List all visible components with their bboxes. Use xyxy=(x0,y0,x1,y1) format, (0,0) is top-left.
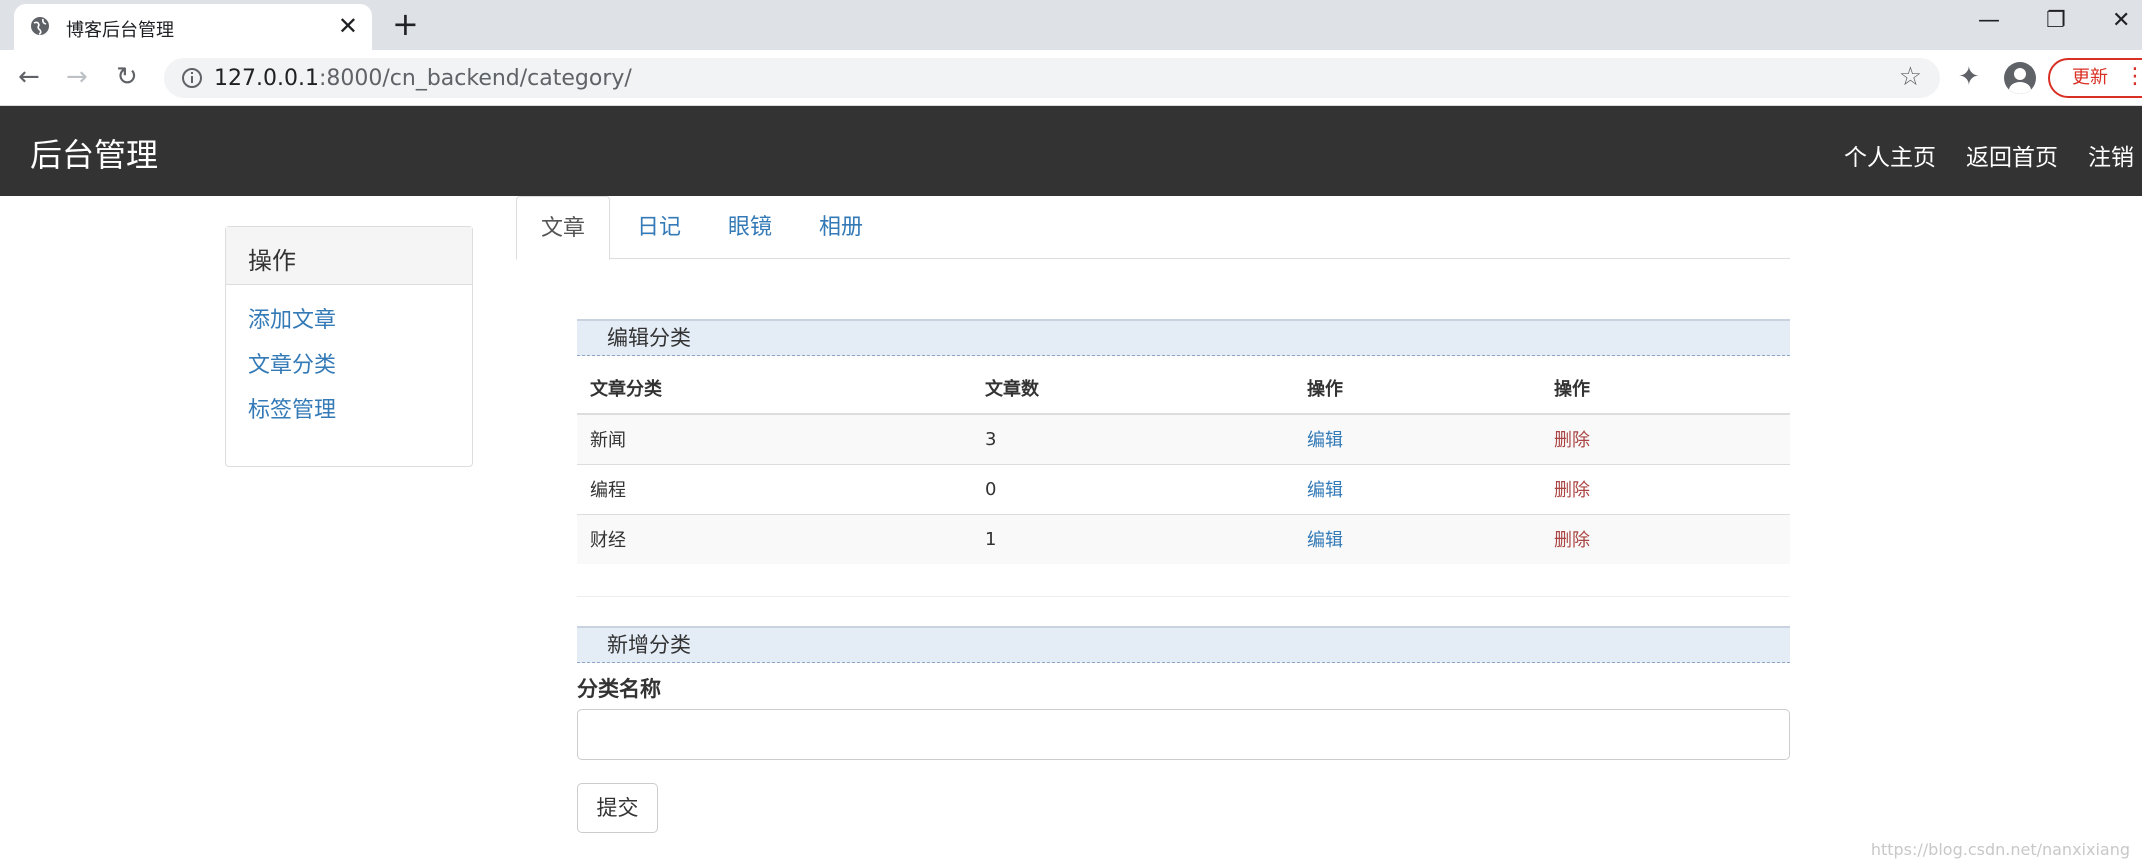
window-close-icon[interactable]: ✕ xyxy=(2112,6,2130,36)
category-name-label: 分类名称 xyxy=(577,677,661,701)
browser-tabstrip: 博客后台管理 ✕ + — ❐ ✕ xyxy=(0,0,2142,50)
sidebar-link-categories[interactable]: 文章分类 xyxy=(248,350,450,381)
edit-link[interactable]: 编辑 xyxy=(1307,530,1343,551)
delete-link[interactable]: 删除 xyxy=(1554,480,1590,501)
sidebar-link-tags[interactable]: 标签管理 xyxy=(248,395,450,426)
reload-icon[interactable]: ↻ xyxy=(116,60,138,94)
edit-link[interactable]: 编辑 xyxy=(1307,480,1343,501)
minimize-icon[interactable]: — xyxy=(1978,6,2000,36)
browser-tab[interactable]: 博客后台管理 ✕ xyxy=(14,4,372,50)
edit-category-header: 编辑分类 xyxy=(577,319,1790,356)
article-count: 3 xyxy=(972,413,1294,464)
close-tab-icon[interactable]: ✕ xyxy=(338,12,358,40)
puzzle-extension-icon[interactable]: ✦ xyxy=(1958,62,1980,92)
globe-icon xyxy=(31,17,49,35)
content-tabs: 文章 日记 眼镜 相册 xyxy=(516,196,1790,260)
brand-title[interactable]: 后台管理 xyxy=(30,130,158,176)
forward-arrow-icon[interactable]: → xyxy=(66,60,88,94)
article-count: 1 xyxy=(972,513,1294,564)
profile-avatar-icon[interactable] xyxy=(2004,62,2036,94)
restore-icon[interactable]: ❐ xyxy=(2046,6,2066,36)
tab-glasses[interactable]: 眼镜 xyxy=(704,196,796,259)
sidebar-body: 添加文章 文章分类 标签管理 xyxy=(226,285,472,460)
url-text: 127.0.0.1:8000/cn_backend/category/ xyxy=(214,66,632,91)
column-header-count: 文章数 xyxy=(972,362,1294,415)
new-tab-icon[interactable]: + xyxy=(392,6,419,42)
table-row: 编程 0 编辑 删除 xyxy=(577,463,1790,514)
column-header-category: 文章分类 xyxy=(577,362,972,415)
sidebar-heading: 操作 xyxy=(226,227,472,285)
tab-album[interactable]: 相册 xyxy=(795,196,887,259)
watermark: https://blog.csdn.net/nanxixiang xyxy=(1870,840,2130,859)
category-name-input[interactable] xyxy=(577,709,1790,760)
edit-link[interactable]: 编辑 xyxy=(1307,430,1343,451)
submit-button[interactable]: 提交 xyxy=(577,783,658,833)
column-header-action-delete: 操作 xyxy=(1541,362,1790,415)
nav-link-logout[interactable]: 注销 xyxy=(2088,138,2134,172)
category-table: 文章分类 文章数 操作 操作 新闻 3 编辑 删除 编程 0 编辑 删除 财经 … xyxy=(577,362,1790,564)
section-divider xyxy=(577,596,1790,597)
table-header-row: 文章分类 文章数 操作 操作 xyxy=(577,362,1790,415)
tab-diary[interactable]: 日记 xyxy=(613,196,705,259)
update-label: 更新 xyxy=(2072,67,2108,88)
add-category-header: 新增分类 xyxy=(577,626,1790,663)
sidebar-panel: 操作 添加文章 文章分类 标签管理 xyxy=(225,226,473,467)
category-name: 编程 xyxy=(577,463,972,514)
url-host: 127.0.0.1 xyxy=(214,66,319,91)
browser-tab-title: 博客后台管理 xyxy=(66,20,174,41)
article-count: 0 xyxy=(972,463,1294,514)
app-navbar: 后台管理 个人主页 返回首页 注销 xyxy=(0,106,2142,196)
nav-link-home[interactable]: 返回首页 xyxy=(1966,138,2058,172)
url-path: :8000/cn_backend/category/ xyxy=(318,66,632,91)
sidebar-link-add-article[interactable]: 添加文章 xyxy=(248,305,450,336)
menu-kebab-icon[interactable]: ⋮ xyxy=(2124,64,2142,89)
bookmark-star-icon[interactable]: ☆ xyxy=(1899,62,1922,92)
browser-toolbar: ← → ↻ 127.0.0.1:8000/cn_backend/category… xyxy=(0,50,2142,106)
delete-link[interactable]: 删除 xyxy=(1554,430,1590,451)
delete-link[interactable]: 删除 xyxy=(1554,530,1590,551)
back-arrow-icon[interactable]: ← xyxy=(18,60,40,94)
navbar-links: 个人主页 返回首页 注销 xyxy=(1844,138,2134,172)
table-row: 新闻 3 编辑 删除 xyxy=(577,413,1790,464)
info-icon[interactable] xyxy=(180,66,204,90)
address-bar[interactable]: 127.0.0.1:8000/cn_backend/category/ ☆ xyxy=(164,58,1940,98)
nav-link-profile[interactable]: 个人主页 xyxy=(1844,138,1936,172)
table-row: 财经 1 编辑 删除 xyxy=(577,513,1790,564)
category-name: 财经 xyxy=(577,513,972,564)
column-header-action-edit: 操作 xyxy=(1294,362,1541,415)
category-name: 新闻 xyxy=(577,413,972,464)
tab-articles[interactable]: 文章 xyxy=(516,196,611,260)
